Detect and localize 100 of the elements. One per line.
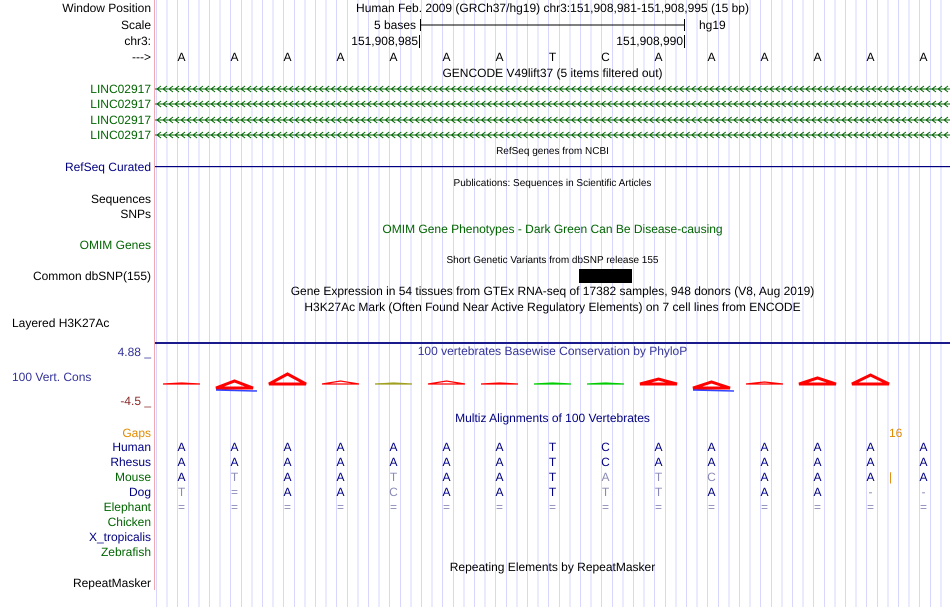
alignment-base: A bbox=[707, 440, 716, 454]
alignment-base: T bbox=[548, 440, 556, 454]
alignment-base: A bbox=[813, 455, 822, 470]
track-label[interactable]: Sequences bbox=[90, 192, 151, 206]
variant-block[interactable] bbox=[579, 268, 632, 282]
alignment-base: T bbox=[654, 470, 662, 484]
alignment-base: A bbox=[919, 440, 928, 454]
track-label[interactable]: LINC02917 bbox=[90, 112, 151, 127]
alignment-base: = bbox=[230, 500, 238, 514]
scale-text: 5 bases bbox=[374, 18, 417, 32]
alignment-base: A bbox=[866, 455, 874, 470]
alignment-base: A bbox=[495, 455, 504, 470]
track-label[interactable]: RepeatMasker bbox=[72, 576, 151, 590]
coordinate-text: 151,908,990 bbox=[616, 34, 685, 48]
sequence-base: A bbox=[442, 50, 450, 64]
track-label[interactable]: Common dbSNP(155) bbox=[32, 268, 151, 282]
track-label[interactable]: Dog bbox=[128, 485, 151, 500]
track-label[interactable]: Scale bbox=[120, 18, 151, 32]
alignment-base: = bbox=[230, 485, 238, 500]
alignment-base: T bbox=[602, 485, 610, 500]
alignment-base: A bbox=[283, 455, 292, 470]
track-title: Multiz Alignments of 100 Vertebrates bbox=[455, 411, 650, 425]
track-label[interactable]: Layered H3K27Ac bbox=[12, 316, 110, 330]
alignment-base: A bbox=[760, 455, 768, 470]
alignment-base: A bbox=[919, 470, 928, 484]
alignment-base: A bbox=[389, 455, 398, 470]
alignment-base: A bbox=[442, 470, 450, 484]
sequence-base: A bbox=[707, 50, 716, 64]
sequence-base: A bbox=[230, 50, 238, 64]
insertion-mark: | bbox=[889, 470, 892, 484]
alignment-base: = bbox=[496, 500, 503, 514]
track-title: RefSeq genes from NCBI bbox=[496, 146, 609, 156]
alignment-base: A bbox=[654, 455, 662, 470]
track-label[interactable]: Rhesus bbox=[110, 455, 151, 470]
alignment-base: A bbox=[336, 485, 344, 500]
track-label: 4.88 _ bbox=[118, 345, 151, 359]
gap-count: 16 bbox=[889, 426, 902, 440]
alignment-base: = bbox=[920, 500, 927, 514]
track-label[interactable]: LINC02917 bbox=[90, 128, 151, 142]
alignment-base: = bbox=[178, 500, 185, 514]
alignment-base: A bbox=[283, 470, 292, 484]
alignment-base: A bbox=[336, 440, 344, 454]
alignment-base: A bbox=[230, 440, 238, 454]
sequence-base: T bbox=[548, 50, 556, 64]
track-label[interactable]: 100 Vert. Cons bbox=[12, 370, 92, 384]
sequence-base: A bbox=[336, 50, 344, 64]
coordinate-text: 151,908,985 bbox=[351, 34, 420, 48]
track-label[interactable]: Elephant bbox=[104, 500, 151, 514]
track-label[interactable]: Chicken bbox=[108, 514, 151, 529]
sequence-base: A bbox=[760, 50, 768, 64]
sequence-base: A bbox=[919, 50, 928, 64]
track-title: GENCODE V49lift37 (5 items filtered out) bbox=[442, 66, 663, 80]
sequence-base: A bbox=[283, 50, 292, 64]
assembly-text: hg19 bbox=[698, 18, 726, 32]
track-label: -4.5 _ bbox=[120, 394, 151, 408]
alignment-base: A bbox=[654, 440, 662, 454]
alignment-base: A bbox=[389, 440, 398, 454]
alignment-base: A bbox=[230, 455, 238, 470]
track-label[interactable]: chr3: bbox=[124, 34, 151, 48]
track-label[interactable]: LINC02917 bbox=[90, 97, 151, 112]
track-title: 100 vertebrates Basewise Conservation by PhyloP bbox=[418, 344, 688, 358]
track-label[interactable]: Zebrafish bbox=[100, 544, 151, 559]
alignment-base: A bbox=[495, 440, 504, 454]
track-label[interactable]: LINC02917 bbox=[90, 82, 151, 96]
alignment-base: A bbox=[283, 440, 292, 454]
position-title: Human Feb. 2009 (GRCh37/hg19) chr3:151,908,981-151,908,995 (15 bp) bbox=[356, 1, 749, 15]
track-label[interactable]: Human bbox=[112, 440, 151, 454]
alignment-base: = bbox=[760, 500, 768, 514]
alignment-base: A bbox=[707, 485, 716, 500]
alignment-base: A bbox=[442, 455, 450, 470]
alignment-base: A bbox=[760, 440, 768, 454]
alignment-base: = bbox=[866, 500, 874, 514]
sequence-base: A bbox=[177, 50, 186, 64]
alignment-base: A bbox=[813, 440, 822, 454]
track-title: H3K27Ac Mark (Often Found Near Active Regulatory Elements) on 7 cell lines from ENCODE bbox=[304, 300, 801, 314]
sequence-base: C bbox=[601, 50, 610, 64]
track-label[interactable]: Mouse bbox=[114, 470, 151, 484]
sequence-base: A bbox=[389, 50, 398, 64]
alignment-base: T bbox=[390, 470, 398, 484]
sequence-base: A bbox=[866, 50, 874, 64]
track-label[interactable]: Window Position bbox=[62, 1, 151, 15]
alignment-base: A bbox=[177, 455, 186, 470]
track-title: Publications: Sequences in Scientific Articles bbox=[454, 178, 652, 188]
track-title: Short Genetic Variants from dbSNP release 155 bbox=[446, 254, 658, 266]
track-label[interactable]: OMIM Genes bbox=[80, 238, 151, 252]
alignment-base: A bbox=[866, 440, 874, 454]
alignment-base: T bbox=[178, 485, 186, 500]
alignment-base: A bbox=[495, 485, 504, 500]
track-label[interactable]: RefSeq Curated bbox=[64, 160, 151, 174]
alignment-base: = bbox=[814, 500, 821, 514]
track-label[interactable]: ---> bbox=[132, 50, 151, 64]
alignment-base: C bbox=[707, 470, 716, 484]
alignment-base: T bbox=[548, 455, 556, 470]
alignment-base: T bbox=[548, 485, 556, 500]
alignment-base: = bbox=[442, 500, 450, 514]
alignment-base: A bbox=[707, 455, 716, 470]
alignment-base: T bbox=[654, 485, 662, 500]
track-label[interactable]: SNPs bbox=[120, 206, 151, 220]
alignment-base: A bbox=[177, 470, 186, 484]
track-label[interactable]: X_tropicalis bbox=[88, 530, 151, 544]
